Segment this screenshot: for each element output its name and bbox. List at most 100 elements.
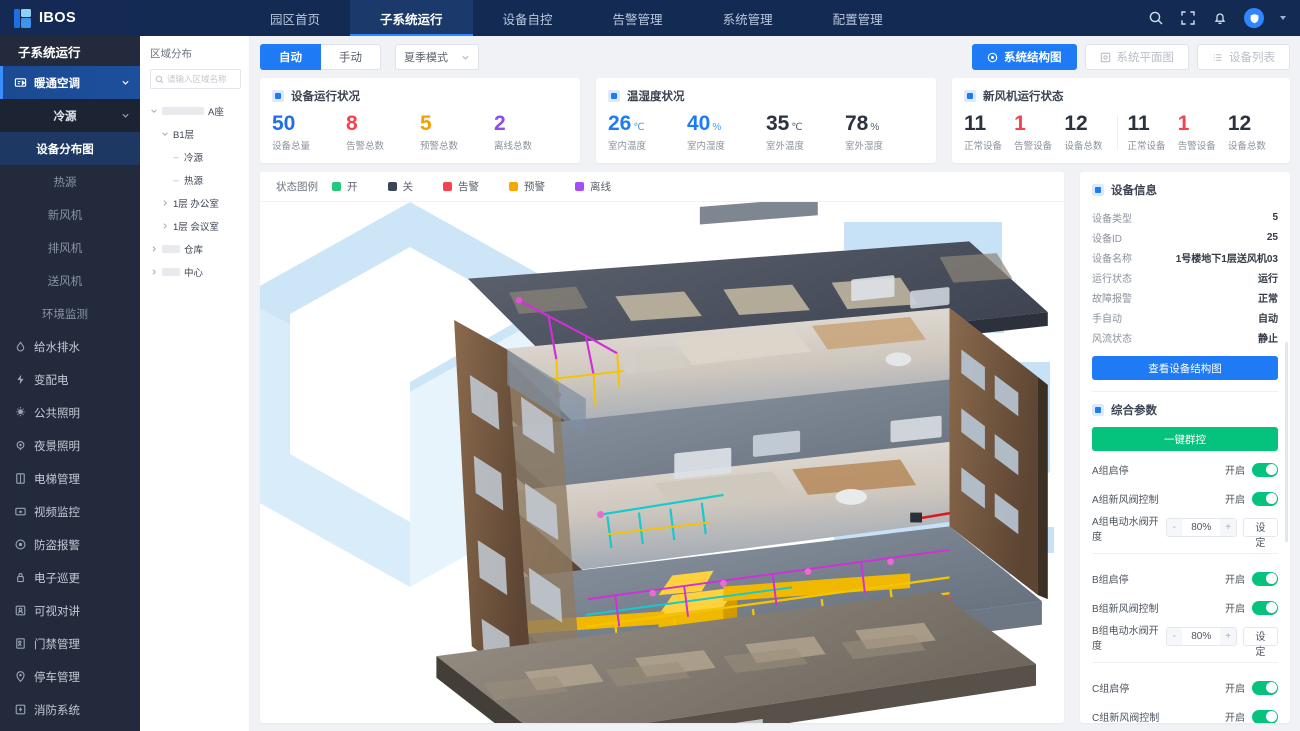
mode-auto-button[interactable]: 自动 (260, 44, 321, 70)
sidebar-item-cold-source[interactable]: 冷源 (0, 99, 140, 132)
metric-value: 26 (608, 112, 631, 135)
group-control-button[interactable]: 一键群控 (1092, 427, 1278, 451)
info-key: 设备ID (1092, 230, 1122, 245)
sidebar-item-e-patrol[interactable]: 电子巡更 (0, 561, 140, 594)
sidebar-item-hvac[interactable]: 暖通空调 (0, 66, 140, 99)
device-list-button[interactable]: 设备列表 (1197, 44, 1290, 70)
control-label: B组新风阀控制 (1092, 600, 1225, 615)
area-search-input[interactable] (167, 74, 236, 84)
brand-logo[interactable]: IBOS (0, 0, 140, 36)
tree-node-warehouse[interactable]: 仓库 (150, 237, 241, 260)
building-model-3d[interactable] (260, 202, 1064, 723)
params-header: 综合参数 (1092, 402, 1278, 418)
sidebar-item-public-lighting[interactable]: 公共照明 (0, 396, 140, 429)
tree-node-heat-source[interactable]: – 热源 (150, 168, 241, 191)
stepper-value[interactable]: 80% (1182, 628, 1220, 645)
model-viewer[interactable]: 状态图例 开 关 告警 预警 离线 (260, 172, 1064, 723)
sidebar-item-label-e-patrol: 电子巡更 (34, 570, 130, 586)
sidebar-item-label-elevator: 电梯管理 (34, 471, 130, 487)
square-marker-icon (1092, 184, 1104, 196)
tree-node-center[interactable]: 中心 (150, 260, 241, 283)
stepper-a-water-valve[interactable]: - 80% + (1166, 518, 1237, 537)
sidebar-item-elevator[interactable]: 电梯管理 (0, 462, 140, 495)
season-mode-value: 夏季模式 (404, 49, 448, 65)
legend-item-alarm[interactable]: 告警 (443, 179, 479, 194)
sidebar-item-night-lighting[interactable]: 夜景照明 (0, 429, 140, 462)
toggle-b-start-stop[interactable] (1252, 572, 1278, 586)
toggle-c-fresh-air-valve[interactable] (1252, 710, 1278, 723)
fullscreen-icon[interactable] (1180, 10, 1196, 26)
sidebar-item-device-map[interactable]: 设备分布图 (0, 132, 140, 165)
topnav-item-2[interactable]: 设备自控 (473, 0, 583, 36)
search-icon[interactable] (1148, 10, 1164, 26)
sidebar-item-env-monitor[interactable]: 环境监测 (0, 297, 140, 330)
sidebar-item-water-supply[interactable]: 给水排水 (0, 330, 140, 363)
topnav-item-3[interactable]: 告警管理 (583, 0, 693, 36)
topnav-item-4[interactable]: 系统管理 (693, 0, 803, 36)
topnav-item-5[interactable]: 配置管理 (803, 0, 913, 36)
set-button-a[interactable]: 设定 (1243, 518, 1278, 537)
toggle-b-fresh-air-valve[interactable] (1252, 601, 1278, 615)
card-title-fresh-air-status: 新风机运行状态 (983, 88, 1064, 104)
stepper-minus-button[interactable]: - (1167, 519, 1182, 536)
sidebar-item-parking[interactable]: 停车管理 (0, 660, 140, 693)
sidebar-item-video-surveillance[interactable]: 视频监控 (0, 495, 140, 528)
sidebar-item-supply-fan[interactable]: 送风机 (0, 264, 140, 297)
legend-item-warning[interactable]: 预警 (509, 179, 545, 194)
sidebar-item-video-intercom[interactable]: 可视对讲 (0, 594, 140, 627)
control-label: B组电动水阀开度 (1092, 622, 1166, 652)
chevron-down-icon[interactable] (1280, 16, 1286, 20)
search-icon (155, 75, 164, 84)
avatar[interactable] (1244, 8, 1264, 28)
topnav-item-1[interactable]: 子系统运行 (350, 0, 473, 36)
metric-value: 12 (1064, 112, 1087, 135)
legend-item-off[interactable]: 关 (388, 179, 414, 194)
sidebar-item-exhaust-fan[interactable]: 排风机 (0, 231, 140, 264)
toggle-c-start-stop[interactable] (1252, 681, 1278, 695)
system-plan-button[interactable]: 系统平面图 (1085, 44, 1190, 70)
sidebar-item-access-control[interactable]: 门禁管理 (0, 627, 140, 660)
legend-item-on[interactable]: 开 (332, 179, 358, 194)
toggle-a-start-stop[interactable] (1252, 463, 1278, 477)
legend-item-offline[interactable]: 离线 (575, 179, 611, 194)
device-info-title: 设备信息 (1111, 182, 1157, 198)
body-region: 子系统运行 暖通空调 冷源 设备分布图 热源 新风机 (0, 36, 1300, 731)
tree-node-office[interactable]: 1层 办公室 (150, 191, 241, 214)
sidebar-item-heat-source[interactable]: 热源 (0, 165, 140, 198)
bell-icon[interactable] (1212, 10, 1228, 26)
info-value: 自动 (1258, 310, 1278, 325)
metric-label: 告警总数 (346, 138, 420, 152)
season-mode-select[interactable]: 夏季模式 (395, 44, 479, 70)
stepper-b-water-valve[interactable]: - 80% + (1166, 627, 1237, 646)
chevron-right-icon (161, 199, 169, 207)
stepper-value[interactable]: 80% (1182, 519, 1220, 536)
chevron-down-icon (161, 130, 169, 138)
tree-node-cold-source[interactable]: – 冷源 (150, 145, 241, 168)
system-structure-button[interactable]: 系统结构图 (972, 44, 1077, 70)
view-device-structure-button[interactable]: 查看设备结构图 (1092, 356, 1278, 380)
panel-scrollbar[interactable] (1285, 342, 1288, 542)
sidebar-item-fresh-air-fan[interactable]: 新风机 (0, 198, 140, 231)
sidebar-item-fire-system[interactable]: 消防系统 (0, 693, 140, 726)
stepper-minus-button[interactable]: - (1167, 628, 1182, 645)
topnav-item-0[interactable]: 园区首页 (240, 0, 350, 36)
area-search-box[interactable] (150, 69, 241, 89)
mode-manual-button[interactable]: 手动 (321, 44, 381, 70)
toggle-a-fresh-air-valve[interactable] (1252, 492, 1278, 506)
metric-label: 预警总数 (420, 138, 494, 152)
stepper-plus-button[interactable]: + (1220, 519, 1235, 536)
sidebar-item-burglar-alarm[interactable]: 防盗报警 (0, 528, 140, 561)
set-button-b[interactable]: 设定 (1243, 627, 1278, 646)
metric-unit: % (712, 122, 721, 133)
metric-alarm-a: 1 告警设备 (1014, 113, 1064, 152)
tree-node-meeting-room[interactable]: 1层 会议室 (150, 214, 241, 237)
tree-node-b1[interactable]: B1层 (150, 122, 241, 145)
control-row-a-start-stop: A组启停 开启 (1092, 455, 1278, 484)
model-3d-stage[interactable] (260, 202, 1064, 723)
tree-node-mask (162, 245, 180, 253)
mode-segmented-control: 自动 手动 (260, 44, 381, 70)
control-row-b-water-valve: B组电动水阀开度 - 80% + 设定 (1092, 622, 1278, 651)
stepper-plus-button[interactable]: + (1220, 628, 1235, 645)
sidebar-item-power-distribution[interactable]: 变配电 (0, 363, 140, 396)
tree-node-building-a[interactable]: A座 (150, 99, 241, 122)
